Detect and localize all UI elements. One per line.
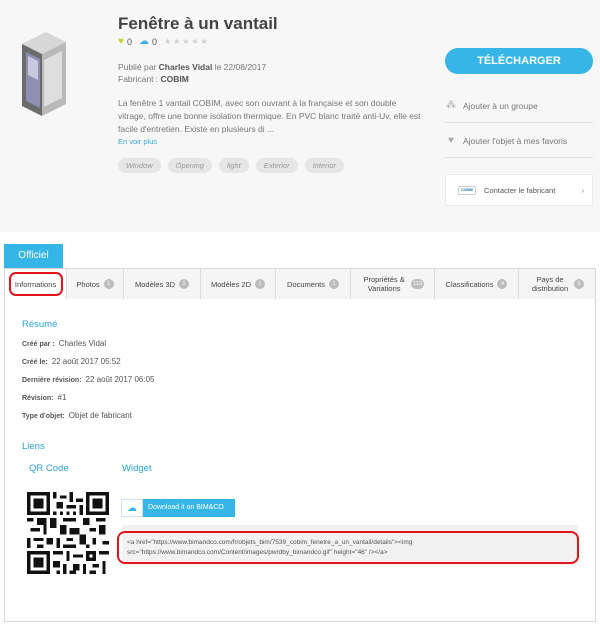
- tag[interactable]: Interior: [304, 158, 344, 173]
- bimandco-widget-button[interactable]: ☁ Download it on BIM&CO: [121, 499, 235, 517]
- tab-documents[interactable]: Documents 1: [276, 269, 351, 299]
- chevron-right-icon: ›: [581, 185, 585, 195]
- product-description: La fenêtre 1 vantail COBIM, avec son ouv…: [118, 98, 421, 134]
- last-revision-row: Dernière révision: 22 août 2017 06:05: [22, 375, 155, 384]
- official-tab[interactable]: Officiel: [4, 244, 63, 268]
- widget-title: Widget: [122, 463, 152, 474]
- tag[interactable]: Opening: [167, 158, 212, 173]
- tab-photos[interactable]: Photos 1: [67, 269, 124, 299]
- heart-icon: ♥: [448, 135, 454, 146]
- manufacturer-logo: COBIM: [458, 185, 476, 195]
- downloads-count: 0: [151, 36, 157, 47]
- tag[interactable]: Exterior: [255, 158, 298, 173]
- product-title: Fenêtre à un vantail: [118, 14, 278, 33]
- created-on-row: Créé le: 22 août 2017 05:52: [22, 357, 121, 366]
- heart-icon[interactable]: ♥: [118, 36, 124, 47]
- count-badge: 1: [328, 279, 339, 289]
- count-badge: 1: [103, 279, 114, 289]
- add-to-group-link[interactable]: ⁂ Ajouter à un groupe: [445, 100, 538, 111]
- product-header: Fenêtre à un vantail ♥ 0 ☁ 0 ★★★★★ Publi…: [0, 0, 600, 232]
- count-badge: 1: [179, 279, 190, 289]
- divider: [445, 122, 593, 123]
- contact-manufacturer-button[interactable]: COBIM Contacter le fabricant ›: [445, 174, 593, 206]
- tab-3d-models[interactable]: Modèles 3D 1: [124, 269, 201, 299]
- tag[interactable]: Window: [118, 158, 161, 173]
- links-title: Liens: [22, 441, 45, 452]
- cloud-download-icon: ☁: [138, 36, 149, 47]
- details-panel: Informations Photos 1 Modèles 3D 1 Modèl…: [4, 268, 596, 622]
- product-meta: Publié par Charles Vidal le 22/08/2017 F…: [118, 61, 266, 85]
- tab-2d-models[interactable]: Modèles 2D 1: [201, 269, 276, 299]
- summary-title: Résumé: [22, 319, 58, 330]
- likes-count: 0: [126, 36, 132, 47]
- count-badge: 0: [574, 279, 584, 289]
- read-more-link[interactable]: En voir plus: [118, 137, 157, 146]
- revision-row: Révision: #1: [22, 393, 67, 402]
- qr-code-title: QR Code: [29, 463, 69, 474]
- embed-code-text[interactable]: <a href="https://www.bimandco.com/fr/obj…: [117, 531, 579, 564]
- divider: [445, 157, 593, 158]
- group-icon: ⁂: [446, 100, 456, 111]
- add-to-favorites-link[interactable]: ♥ Ajouter l'objet à mes favoris: [445, 135, 567, 146]
- tag[interactable]: light: [218, 158, 249, 173]
- tab-properties-variations[interactable]: Propriétés & Variations 113: [351, 269, 435, 299]
- tab-highlight-ring: [9, 272, 63, 296]
- author-link[interactable]: Charles Vidal: [159, 62, 213, 72]
- cloud-download-icon: ☁: [121, 499, 143, 517]
- count-badge: 1: [255, 279, 266, 289]
- window-product-thumbnail[interactable]: [16, 30, 72, 116]
- object-type-row: Type d'objet: Objet de fabricant: [22, 411, 132, 420]
- tab-classifications[interactable]: Classifications 4: [435, 269, 519, 299]
- tag-list: Window Opening light Exterior Interior: [118, 158, 344, 173]
- download-button[interactable]: TÉLÉCHARGER: [445, 48, 593, 74]
- published-line: Publié par Charles Vidal le 22/08/2017: [118, 62, 267, 72]
- tab-distribution-countries[interactable]: Pays de distribution 0: [519, 269, 595, 299]
- count-badge: 113: [411, 279, 424, 289]
- manufacturer-link[interactable]: COBIM: [161, 74, 189, 84]
- created-by-row: Créé par : Charles Vidal: [22, 339, 107, 348]
- qr-code-image: [27, 492, 109, 574]
- product-stats: ♥ 0 ☁ 0 ★★★★★: [118, 36, 210, 47]
- count-badge: 4: [497, 279, 508, 289]
- details-tabs: Informations Photos 1 Modèles 3D 1 Modèl…: [5, 269, 595, 299]
- rating-stars[interactable]: ★★★★★: [164, 37, 210, 46]
- manufacturer-line: Fabricant : COBIM: [118, 74, 189, 84]
